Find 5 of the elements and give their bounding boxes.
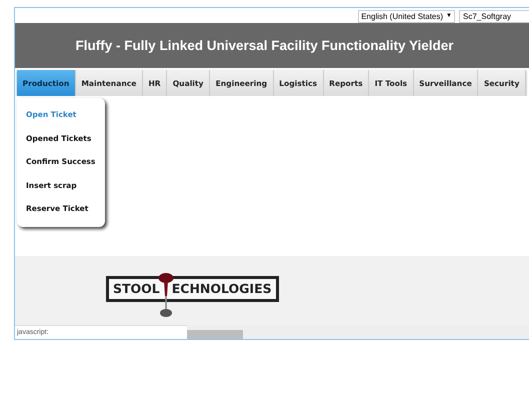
user-field[interactable]: Sc7_Softgray (459, 10, 529, 22)
app-title: Fluffy - Fully Linked Universal Facility Functionality Yielder (75, 38, 454, 53)
stool-icon (158, 272, 174, 318)
logo-text: STOOL (113, 281, 160, 296)
logo-text: ECHNOLOGIES (172, 281, 272, 296)
